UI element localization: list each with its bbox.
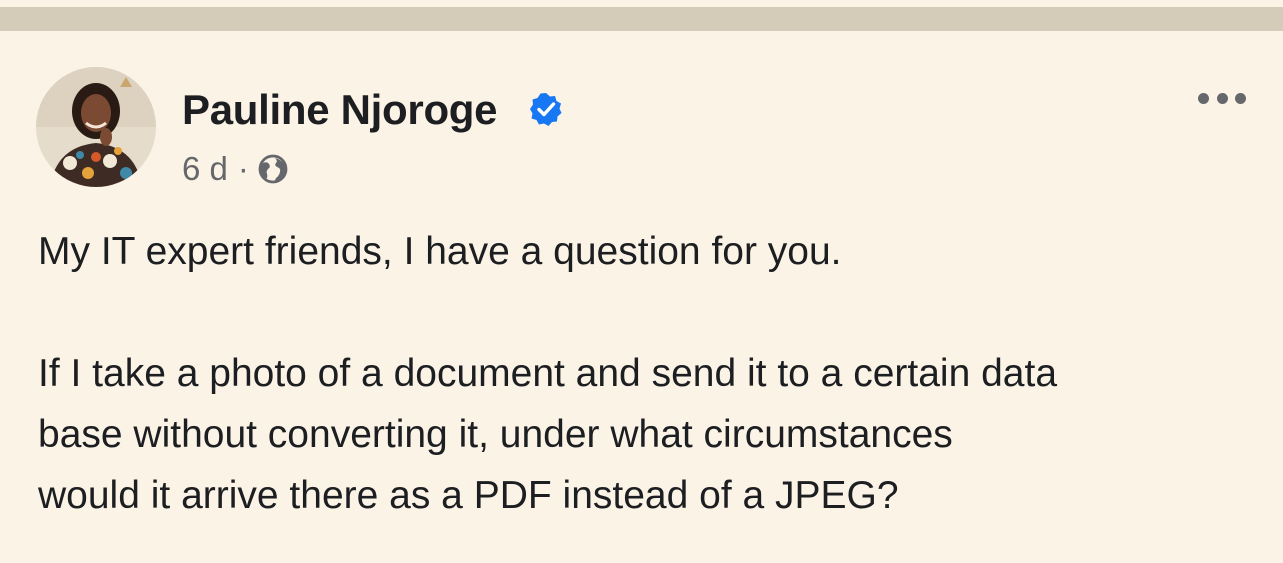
globe-icon[interactable]	[257, 153, 289, 185]
feed-divider	[0, 7, 1283, 31]
post-line: If I take a photo of a document and send…	[38, 352, 1058, 395]
post-timestamp[interactable]: 6 d	[182, 150, 228, 188]
more-horizontal-icon	[1198, 92, 1209, 104]
avatar-photo	[36, 67, 156, 187]
meta-separator: ·	[237, 150, 249, 187]
post-line: base without converting it, under what c…	[38, 413, 953, 456]
avatar[interactable]	[36, 67, 156, 187]
feed-page: Pauline Njoroge 6 d · My IT expert frien…	[0, 0, 1283, 563]
post-body: My IT expert friends, I have a question …	[38, 221, 1268, 526]
more-horizontal-icon	[1216, 92, 1228, 104]
post-meta: 6 d ·	[182, 150, 289, 188]
post-card: Pauline Njoroge 6 d · My IT expert frien…	[0, 31, 1283, 563]
author-name[interactable]: Pauline Njoroge	[182, 86, 498, 134]
more-horizontal-icon	[1235, 92, 1246, 104]
verified-badge-icon	[530, 93, 562, 126]
post-paragraph: My IT expert friends, I have a question …	[38, 230, 842, 273]
post-line: would it arrive there as a PDF instead o…	[38, 474, 899, 517]
more-options-button[interactable]	[1192, 83, 1252, 113]
